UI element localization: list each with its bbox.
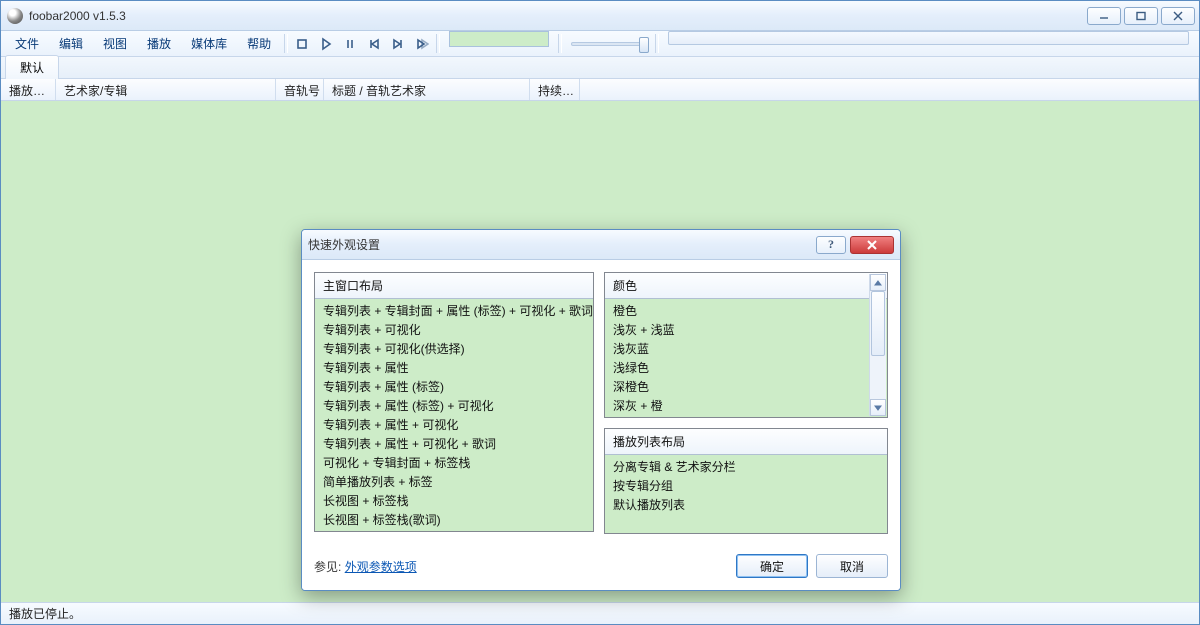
minimize-button[interactable] xyxy=(1087,7,1121,25)
scroll-up-icon[interactable] xyxy=(870,274,886,291)
menu-view[interactable]: 视图 xyxy=(93,35,137,52)
list-item[interactable]: 专辑列表 + 属性 (标签) xyxy=(315,377,593,396)
toolbar-divider xyxy=(558,34,562,53)
list-item[interactable]: 橙色 xyxy=(605,301,869,320)
menubar: 文件 编辑 视图 播放 媒体库 帮助 xyxy=(1,31,1199,57)
prev-icon[interactable] xyxy=(363,34,385,54)
list-item[interactable]: 长视图 + 标签栈 xyxy=(315,491,593,510)
menu-help[interactable]: 帮助 xyxy=(237,35,281,52)
list-item[interactable]: 按专辑分组 xyxy=(605,476,887,495)
playlist-layout-list[interactable]: 分离专辑 & 艺术家分栏 按专辑分组 默认播放列表 xyxy=(605,455,887,533)
col-trackno[interactable]: 音轨号 xyxy=(276,79,324,100)
volume-slider[interactable] xyxy=(571,31,646,56)
ok-button[interactable]: 确定 xyxy=(736,554,808,578)
scroll-track[interactable] xyxy=(870,291,886,399)
random-icon[interactable] xyxy=(411,34,433,54)
seekbar[interactable] xyxy=(668,31,1189,45)
list-item[interactable]: 专辑列表 + 属性 + 可视化 xyxy=(315,415,593,434)
layout-pane-header: 主窗口布局 xyxy=(315,273,593,299)
app-icon xyxy=(7,8,23,24)
playlist-area: 快速外观设置 ? 主窗口布局 专辑列表 + 专辑封面 + 属性 (标签) + 可… xyxy=(1,101,1199,602)
see-label: 参见: xyxy=(314,560,341,574)
dialog-help-button[interactable]: ? xyxy=(816,236,846,254)
scroll-down-icon[interactable] xyxy=(870,399,886,416)
column-headers: 播放… 艺术家/专辑 音轨号 标题 / 音轨艺术家 持续… xyxy=(1,79,1199,101)
list-item[interactable]: 专辑列表 + 属性 (标签) + 可视化 xyxy=(315,396,593,415)
list-item[interactable]: 可视化 + 专辑封面 + 标签栈 xyxy=(315,453,593,472)
colors-scrollbar[interactable] xyxy=(869,274,886,416)
dialog-titlebar: 快速外观设置 ? xyxy=(302,230,900,260)
dialog-close-button[interactable] xyxy=(850,236,894,254)
close-button[interactable] xyxy=(1161,7,1195,25)
menu-library[interactable]: 媒体库 xyxy=(181,35,237,52)
list-item[interactable]: 专辑列表 + 属性 xyxy=(315,358,593,377)
quick-appearance-dialog: 快速外观设置 ? 主窗口布局 专辑列表 + 专辑封面 + 属性 (标签) + 可… xyxy=(301,229,901,591)
playlist-layout-header: 播放列表布局 xyxy=(605,429,887,455)
dialog-title: 快速外观设置 xyxy=(308,236,816,253)
list-item[interactable]: 浅绿色 xyxy=(605,358,869,377)
see-also: 参见: 外观参数选项 xyxy=(314,558,417,575)
list-item[interactable]: 长视图 + 标签栈(歌词) xyxy=(315,510,593,529)
toolbar-divider xyxy=(655,34,659,53)
cancel-button[interactable]: 取消 xyxy=(816,554,888,578)
layout-pane: 主窗口布局 专辑列表 + 专辑封面 + 属性 (标签) + 可视化 + 歌词 专… xyxy=(314,272,594,532)
see-link[interactable]: 外观参数选项 xyxy=(345,560,417,574)
col-duration[interactable]: 持续… xyxy=(530,79,580,100)
list-item[interactable]: 浅灰 + 浅蓝 xyxy=(605,320,869,339)
list-item[interactable]: 专辑列表 + 专辑封面 + 属性 (标签) + 可视化 + 歌词 xyxy=(315,301,593,320)
playlist-tabstrip: 默认 xyxy=(1,57,1199,79)
volume-thumb[interactable] xyxy=(639,37,649,53)
list-item[interactable]: 浅灰蓝 xyxy=(605,339,869,358)
right-column: 颜色 橙色 浅灰 + 浅蓝 浅灰蓝 浅绿色 深橙色 深灰 + 橙 xyxy=(604,272,888,534)
colors-pane-header: 颜色 xyxy=(605,273,887,299)
layout-list[interactable]: 专辑列表 + 专辑封面 + 属性 (标签) + 可视化 + 歌词 专辑列表 + … xyxy=(315,299,593,531)
list-item[interactable]: 默认播放列表 xyxy=(605,495,887,514)
col-title[interactable]: 标题 / 音轨艺术家 xyxy=(324,79,530,100)
playback-controls xyxy=(291,31,433,56)
play-icon[interactable] xyxy=(315,34,337,54)
statusbar: 播放已停止。 xyxy=(1,602,1199,624)
menu-playback[interactable]: 播放 xyxy=(137,35,181,52)
menu-edit[interactable]: 编辑 xyxy=(49,35,93,52)
tab-default[interactable]: 默认 xyxy=(5,55,59,79)
list-item[interactable]: 专辑列表 + 属性 + 可视化 + 歌词 xyxy=(315,434,593,453)
menu-list: 文件 编辑 视图 播放 媒体库 帮助 xyxy=(5,31,281,56)
titlebar: foobar2000 v1.5.3 xyxy=(1,1,1199,31)
col-artist-album[interactable]: 艺术家/专辑 xyxy=(56,79,276,100)
visualization-box xyxy=(449,31,549,47)
playlist-layout-pane: 播放列表布局 分离专辑 & 艺术家分栏 按专辑分组 默认播放列表 xyxy=(604,428,888,534)
window-buttons xyxy=(1087,7,1195,25)
pause-icon[interactable] xyxy=(339,34,361,54)
stop-icon[interactable] xyxy=(291,34,313,54)
col-spacer xyxy=(580,79,1199,100)
next-icon[interactable] xyxy=(387,34,409,54)
list-item[interactable]: 简单播放列表 + 标签 xyxy=(315,472,593,491)
colors-pane: 颜色 橙色 浅灰 + 浅蓝 浅灰蓝 浅绿色 深橙色 深灰 + 橙 xyxy=(604,272,888,418)
dialog-footer: 参见: 外观参数选项 确定 取消 xyxy=(302,546,900,590)
dialog-body: 主窗口布局 专辑列表 + 专辑封面 + 属性 (标签) + 可视化 + 歌词 专… xyxy=(302,260,900,546)
maximize-button[interactable] xyxy=(1124,7,1158,25)
col-playing[interactable]: 播放… xyxy=(1,79,56,100)
list-item[interactable]: 专辑列表 + 可视化(供选择) xyxy=(315,339,593,358)
list-item[interactable]: 分离专辑 & 艺术家分栏 xyxy=(605,457,887,476)
status-text: 播放已停止。 xyxy=(9,605,81,622)
menu-file[interactable]: 文件 xyxy=(5,35,49,52)
main-window: foobar2000 v1.5.3 文件 编辑 视图 播放 媒体库 帮助 xyxy=(0,0,1200,625)
toolbar-divider xyxy=(284,34,288,53)
scroll-thumb[interactable] xyxy=(871,291,885,356)
list-item[interactable]: 深橙色 xyxy=(605,377,869,396)
colors-list[interactable]: 橙色 浅灰 + 浅蓝 浅灰蓝 浅绿色 深橙色 深灰 + 橙 xyxy=(605,299,887,417)
toolbar-divider xyxy=(436,34,440,53)
list-item[interactable]: 深灰 + 橙 xyxy=(605,396,869,415)
window-title: foobar2000 v1.5.3 xyxy=(29,9,1087,23)
list-item[interactable]: 专辑列表 + 可视化 xyxy=(315,320,593,339)
